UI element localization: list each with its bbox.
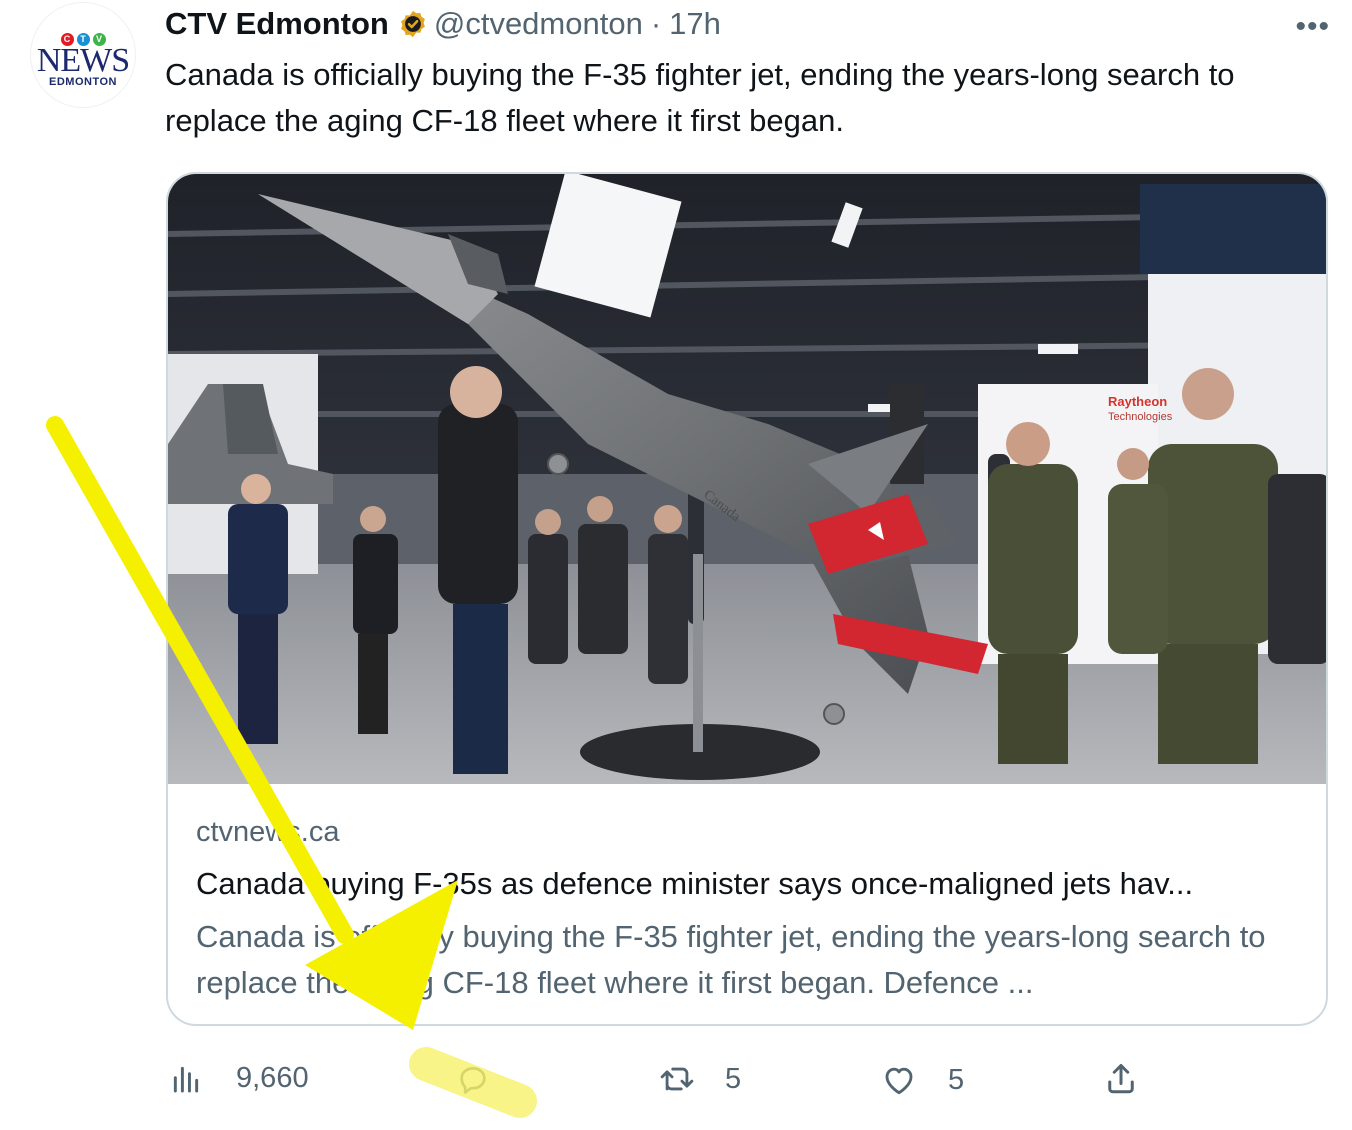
like-count: 5 [948, 1063, 965, 1096]
avatar-brand: NEWS [36, 41, 130, 79]
link-card[interactable]: Raytheon Technologies Canada ctvnews.ca … [166, 172, 1328, 1026]
heart-icon [885, 1067, 913, 1095]
analytics-icon [173, 1066, 199, 1092]
retweet-icon [660, 1067, 694, 1091]
retweet-button[interactable]: 5 [657, 1062, 741, 1096]
card-description: Canada is officially buying the F-35 fig… [196, 919, 1266, 1000]
tweet-text: Canada is officially buying the F-35 fig… [165, 57, 1235, 138]
card-title: Canada buying F-35s as defence minister … [196, 866, 1194, 901]
more-options-icon[interactable]: ••• [1295, 10, 1330, 44]
author-name[interactable]: CTV Edmonton [165, 6, 389, 42]
action-bar: 9,660 5 5 [0, 1050, 1352, 1110]
timestamp[interactable]: 17h [669, 6, 721, 42]
views-button[interactable]: 9,660 [170, 1062, 309, 1095]
verified-badge-icon [400, 10, 425, 38]
card-photo[interactable]: Raytheon Technologies Canada [168, 174, 1328, 784]
avatar[interactable]: C T V NEWS EDMONTON [30, 2, 136, 108]
reply-button[interactable] [455, 1062, 491, 1096]
photo-sign-brand: Raytheon [1108, 394, 1167, 409]
share-button[interactable] [1103, 1060, 1139, 1098]
share-icon [1108, 1064, 1134, 1094]
card-domain: ctvnews.ca [196, 816, 340, 848]
views-count: 9,660 [236, 1062, 309, 1094]
like-button[interactable]: 5 [880, 1062, 964, 1098]
separator-dot: · [650, 6, 662, 41]
photo-sign-sub: Technologies [1108, 411, 1173, 423]
reply-icon [460, 1067, 486, 1094]
tweet-header: CTV Edmonton @ctvedmonton · 17h [165, 4, 721, 44]
retweet-count: 5 [725, 1062, 742, 1095]
avatar-city: EDMONTON [49, 75, 117, 88]
author-handle[interactable]: @ctvedmonton [434, 6, 643, 42]
